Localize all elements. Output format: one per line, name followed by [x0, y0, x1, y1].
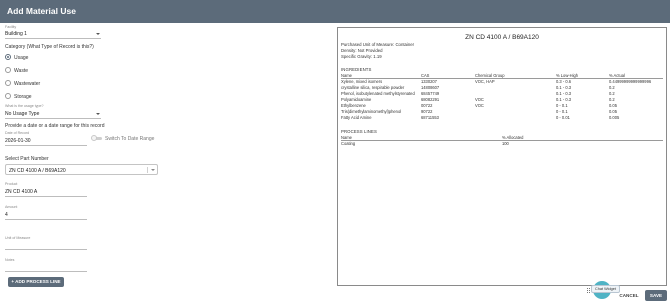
- table-cell: 68082291: [421, 97, 440, 102]
- table-cell: 0 - 0.1: [556, 109, 568, 114]
- facility-underline: [5, 38, 101, 39]
- date-label: Date of Record: [5, 131, 30, 135]
- specific-gravity: Specific Gravity: 1.19: [341, 54, 382, 59]
- usage-type-select[interactable]: No Usage Type: [5, 109, 101, 119]
- chevron-down-icon[interactable]: [151, 169, 155, 171]
- usage-type-label: What is the usage type?: [5, 104, 44, 108]
- table-cell: Polyamidoamine: [341, 97, 372, 102]
- radio-circle-checked: [5, 54, 11, 60]
- notes-underline: [5, 271, 87, 272]
- add-process-line-button[interactable]: + ADD PROCESS LINE: [8, 277, 64, 287]
- radio-waste[interactable]: Waste: [5, 67, 45, 75]
- date-value: 2026-01-30: [5, 138, 31, 144]
- table-cell: 0.05: [609, 103, 617, 108]
- table-cell: Coating: [341, 141, 356, 146]
- facility-value: Building 1: [5, 31, 27, 37]
- product-label: Product: [5, 182, 18, 186]
- purchased-uom: Purchased Unit of Measure: Container: [341, 42, 415, 47]
- process-lines-title: PROCESS LINES: [341, 129, 377, 134]
- chevron-down-icon: [96, 33, 100, 35]
- density: Density: Not Provided: [341, 48, 383, 53]
- radio-storage-label: Storage: [14, 93, 32, 100]
- date-prompt: Provide a date or a date range for this …: [5, 123, 105, 129]
- part-number-select[interactable]: ZN CD 4100 A / B69A120: [5, 164, 158, 175]
- table-cell: 0.1 - 0.3: [556, 85, 572, 90]
- table-cell: Phenol, isobutylenated methylstyrenated: [341, 91, 415, 96]
- table-cell: 0.44999999999999996: [609, 79, 652, 84]
- product-input[interactable]: ZN CD 4100 A: [5, 187, 87, 197]
- product-value: ZN CD 4100 A: [5, 189, 38, 195]
- ingredients-title: INGREDIENTS: [341, 67, 372, 72]
- table-cell: 68711553: [421, 115, 439, 120]
- date-range-toggle[interactable]: [91, 135, 103, 141]
- radio-usage[interactable]: Usage: [5, 54, 45, 62]
- table-cell: 0 - 0.01: [556, 115, 570, 120]
- radio-usage-label: Usage: [14, 54, 29, 61]
- table-cell: 0.005: [609, 115, 620, 120]
- radio-wastewater[interactable]: Wastewater: [5, 80, 55, 88]
- radio-circle: [5, 93, 11, 99]
- usage-type-value: No Usage Type: [5, 111, 40, 117]
- radio-circle: [5, 80, 11, 86]
- table-cell: 0.1 - 0.3: [556, 91, 572, 96]
- radio-storage[interactable]: Storage: [5, 93, 45, 101]
- select-separator: [147, 167, 148, 173]
- table-cell: Tris(dimethylaminomethyl)phenol: [341, 109, 402, 114]
- page-title: Add Material Use: [7, 6, 76, 16]
- date-underline: [5, 145, 87, 146]
- table-cell: VOC: [475, 97, 484, 102]
- date-input[interactable]: 2026-01-30: [5, 136, 87, 146]
- facility-select[interactable]: Building 1: [5, 29, 101, 39]
- amount-value: 4: [5, 212, 8, 218]
- chevron-down-icon: [96, 113, 100, 115]
- amount-input[interactable]: 4: [5, 210, 87, 220]
- app-header: Add Material Use: [0, 0, 670, 23]
- part-number-label: Select Part Number: [5, 156, 49, 162]
- usage-type-underline: [5, 118, 101, 119]
- category-label: Category (What Type of Record is this?): [5, 44, 94, 50]
- table-cell: 0.3 - 0.6: [556, 79, 572, 84]
- radio-waste-label: Waste: [14, 67, 28, 74]
- product-details-panel: ZN CD 4100 A / B69A120 Purchased Unit of…: [337, 27, 667, 286]
- toggle-knob: [91, 135, 97, 141]
- table-cell: 1330207: [421, 79, 437, 84]
- table-cell: 0.2: [609, 91, 615, 96]
- table-cell: Fatty Acid Amine: [341, 115, 372, 120]
- unit-underline: [5, 249, 87, 250]
- table-cell: VOC: [475, 103, 484, 108]
- unit-input[interactable]: [5, 240, 87, 250]
- table-cell: 0.2: [609, 85, 615, 90]
- table-cell: VOC, HAP: [475, 79, 495, 84]
- table-cell: 0.1 - 0.3: [556, 97, 572, 102]
- radio-wastewater-label: Wastewater: [14, 80, 41, 87]
- table-cell: 00722: [421, 103, 433, 108]
- amount-label: Amount: [5, 205, 18, 209]
- save-button[interactable]: SAVE: [645, 290, 667, 301]
- panel-title: ZN CD 4100 A / B69A120: [465, 34, 539, 41]
- product-underline: [5, 196, 87, 197]
- table-cell: 14808607: [421, 85, 440, 90]
- table-cell: Xylene, mixed isomers: [341, 79, 383, 84]
- amount-underline: [5, 219, 87, 220]
- radio-circle: [5, 67, 11, 73]
- table-cell: crystalline silica, respirable powder: [341, 85, 405, 90]
- table-cell: 0.05: [609, 109, 617, 114]
- date-range-toggle-label: Switch To Date Range: [105, 136, 155, 142]
- part-number-value: ZN CD 4100 A / B69A120: [9, 167, 66, 174]
- table-cell: 100: [502, 141, 509, 146]
- table-cell: 90722: [421, 109, 433, 114]
- table-cell: 0.2: [609, 97, 615, 102]
- table-cell: 68457749: [421, 91, 440, 96]
- table-cell: 0 - 0.1: [556, 103, 568, 108]
- notes-input[interactable]: [5, 262, 87, 272]
- cancel-button[interactable]: CANCEL: [616, 292, 642, 300]
- table-cell: Ethylbenzene: [341, 103, 366, 108]
